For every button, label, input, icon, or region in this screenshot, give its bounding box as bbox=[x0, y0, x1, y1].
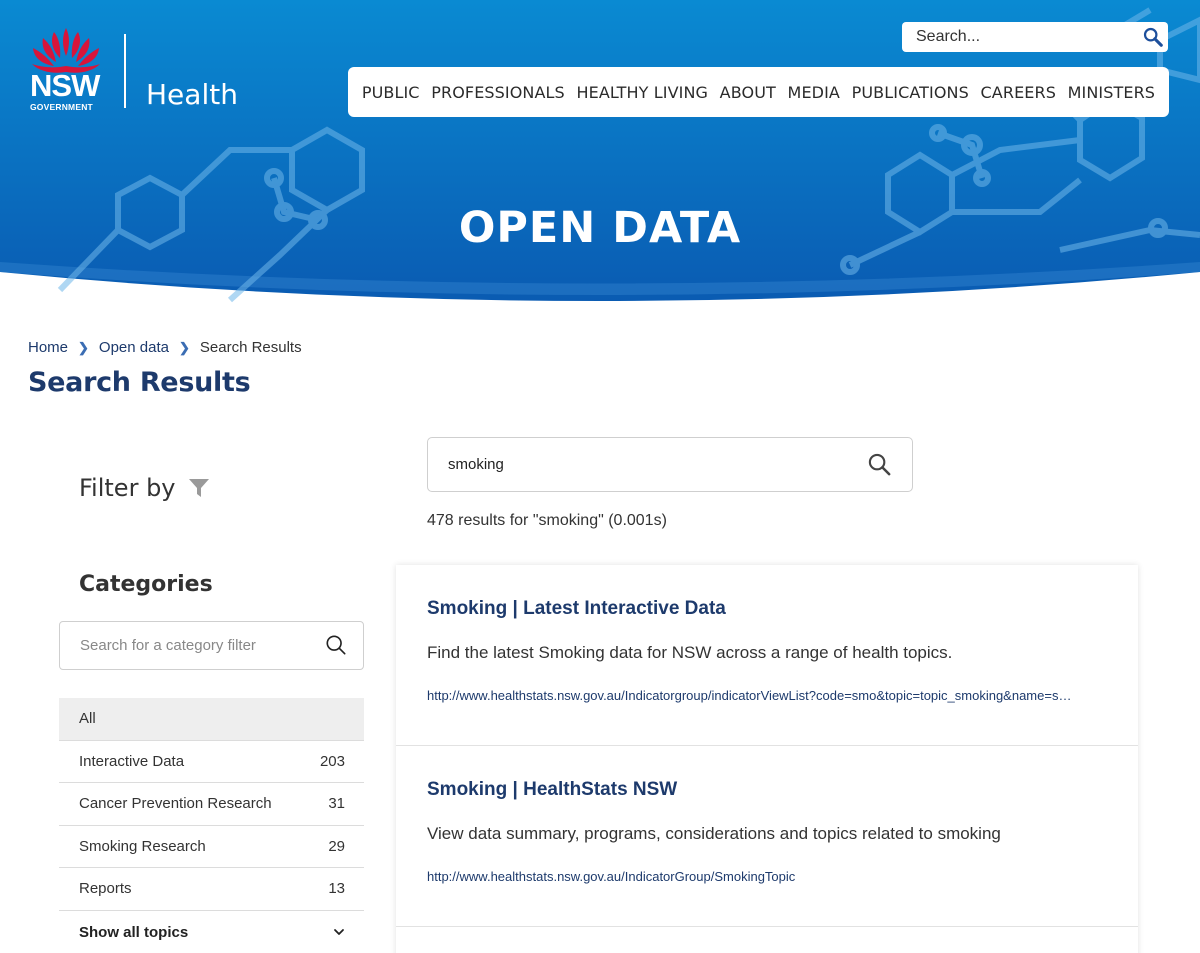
site-search bbox=[902, 22, 1168, 52]
category-search bbox=[59, 621, 364, 670]
breadcrumb-current: Search Results bbox=[199, 339, 302, 356]
results-search bbox=[427, 437, 913, 492]
filter-by-heading: Filter by bbox=[79, 474, 210, 502]
search-icon[interactable] bbox=[325, 634, 347, 656]
category-count: 13 bbox=[328, 880, 345, 898]
category-count: 29 bbox=[328, 837, 345, 855]
category-item-interactive-data[interactable]: Interactive Data 203 bbox=[59, 741, 364, 783]
filter-icon bbox=[188, 479, 209, 497]
category-count: 203 bbox=[319, 752, 345, 770]
nav-item-professionals[interactable]: PROFESSIONALS bbox=[431, 83, 565, 102]
chevron-down-icon bbox=[334, 929, 344, 935]
category-list: All Interactive Data 203 Cancer Preventi… bbox=[59, 698, 364, 911]
nav-item-public[interactable]: PUBLIC bbox=[362, 83, 420, 102]
logo-wordmark: NSW bbox=[30, 68, 100, 103]
logo-brand: Health bbox=[146, 78, 238, 111]
nav-item-publications[interactable]: PUBLICATIONS bbox=[852, 83, 969, 102]
result-card: Smoking | HealthStats NSW View data summ… bbox=[396, 746, 1138, 927]
category-search-input[interactable] bbox=[60, 622, 310, 669]
search-icon[interactable] bbox=[867, 452, 892, 477]
category-item-cancer-prevention-research[interactable]: Cancer Prevention Research 31 bbox=[59, 783, 364, 826]
result-title-link[interactable]: Smoking | Latest Interactive Data bbox=[427, 598, 726, 620]
show-all-topics-label: Show all topics bbox=[79, 923, 189, 941]
breadcrumb-home[interactable]: Home bbox=[28, 339, 68, 356]
result-description: Find the latest Smoking data for NSW acr… bbox=[427, 643, 953, 662]
logo-divider bbox=[124, 34, 126, 108]
chevron-right-icon: ❯ bbox=[78, 339, 89, 355]
category-item-reports[interactable]: Reports 13 bbox=[59, 868, 364, 911]
search-icon[interactable] bbox=[1142, 26, 1164, 48]
main-navigation: PUBLIC PROFESSIONALS HEALTHY LIVING ABOU… bbox=[348, 67, 1169, 117]
categories-heading: Categories bbox=[79, 572, 213, 597]
nav-item-ministers[interactable]: MINISTERS bbox=[1068, 83, 1155, 102]
show-all-topics-button[interactable]: Show all topics bbox=[59, 911, 364, 953]
header-banner: NSW GOVERNMENT Health PUBLIC PROFESSIONA… bbox=[0, 0, 1200, 310]
nav-item-about[interactable]: ABOUT bbox=[720, 83, 776, 102]
results-summary: 478 results for "smoking" (0.001s) bbox=[427, 512, 667, 529]
category-count: 31 bbox=[328, 795, 345, 813]
results-list: Smoking | Latest Interactive Data Find t… bbox=[396, 565, 1138, 953]
category-label: Smoking Research bbox=[79, 837, 206, 855]
result-description: View data summary, programs, considerati… bbox=[427, 824, 1001, 843]
category-label: Cancer Prevention Research bbox=[79, 795, 272, 813]
category-item-smoking-research[interactable]: Smoking Research 29 bbox=[59, 826, 364, 868]
chevron-right-icon: ❯ bbox=[178, 339, 190, 355]
nav-item-healthy-living[interactable]: HEALTHY LIVING bbox=[576, 83, 708, 102]
page-title: Search Results bbox=[28, 367, 251, 398]
logo-government-text: GOVERNMENT bbox=[30, 102, 93, 112]
category-label: Interactive Data bbox=[79, 752, 185, 770]
category-item-all[interactable]: All bbox=[59, 698, 364, 741]
filter-by-label: Filter by bbox=[79, 474, 176, 502]
category-label: Reports bbox=[79, 880, 132, 898]
result-url-link[interactable]: http://www.healthstats.nsw.gov.au/Indica… bbox=[427, 869, 1077, 884]
breadcrumb: Home ❯ Open data ❯ Search Results bbox=[28, 339, 302, 356]
banner-title: OPEN DATA bbox=[458, 203, 742, 253]
breadcrumb-open-data[interactable]: Open data bbox=[99, 339, 169, 356]
result-card: Smoking | Latest Interactive Data Find t… bbox=[396, 565, 1138, 746]
nav-item-careers[interactable]: CAREERS bbox=[981, 83, 1056, 102]
site-search-input[interactable] bbox=[902, 22, 1138, 52]
category-label: All bbox=[79, 710, 96, 728]
nav-item-media[interactable]: MEDIA bbox=[788, 83, 840, 102]
results-search-input[interactable] bbox=[428, 438, 848, 491]
result-url-link[interactable]: http://www.healthstats.nsw.gov.au/Indica… bbox=[427, 688, 1077, 703]
result-title-link[interactable]: Smoking | HealthStats NSW bbox=[427, 779, 677, 801]
nsw-health-logo[interactable]: NSW GOVERNMENT Health bbox=[28, 26, 268, 112]
